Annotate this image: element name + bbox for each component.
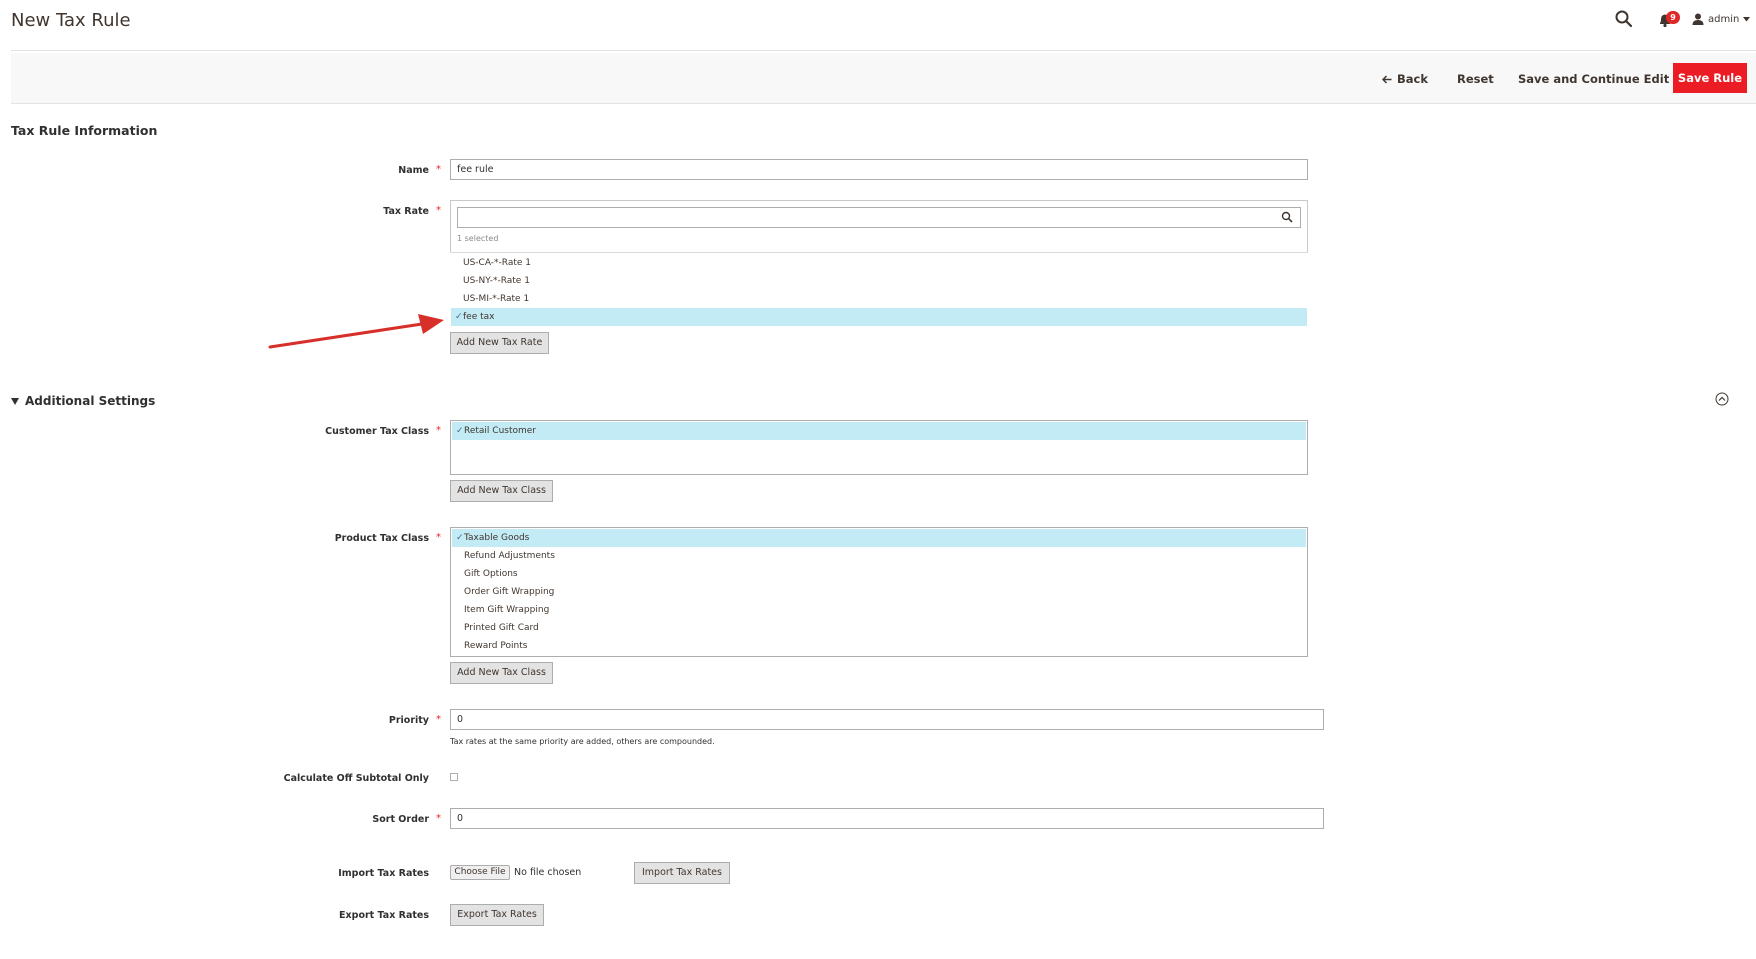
- option-label: fee tax: [463, 312, 495, 322]
- annotation-arrow-icon: [268, 314, 444, 349]
- customer-tax-class-option-selected[interactable]: ✓ Retail Customer: [452, 422, 1306, 440]
- add-new-customer-tax-class-button[interactable]: Add New Tax Class: [450, 480, 553, 502]
- tax-rate-option[interactable]: US-NY-*-Rate 1: [451, 272, 1307, 290]
- required-asterisk: *: [436, 205, 441, 216]
- page-title: New Tax Rule: [11, 10, 131, 31]
- back-label: Back: [1397, 72, 1428, 86]
- import-tax-rates-label: Import Tax Rates: [338, 868, 429, 879]
- page-actions-bar: [11, 53, 1756, 104]
- name-label: Name: [398, 165, 429, 176]
- user-name: admin: [1708, 13, 1740, 25]
- calculate-off-subtotal-label: Calculate Off Subtotal Only: [283, 773, 429, 784]
- tax-rate-label: Tax Rate: [383, 206, 429, 217]
- export-tax-rates-button[interactable]: Export Tax Rates: [450, 904, 544, 926]
- no-file-chosen-text: No file chosen: [514, 867, 582, 878]
- product-tax-class-label: Product Tax Class: [334, 533, 429, 544]
- product-tax-class-option[interactable]: Refund Adjustments: [452, 547, 1306, 565]
- required-asterisk: *: [436, 532, 441, 543]
- notification-count-badge: 9: [1666, 11, 1680, 24]
- option-label: US-NY-*-Rate 1: [463, 276, 530, 286]
- option-label: US-CA-*-Rate 1: [463, 258, 532, 268]
- option-label: Order Gift Wrapping: [464, 587, 555, 597]
- product-tax-class-option[interactable]: Printed Gift Card: [452, 619, 1306, 637]
- option-label: Refund Adjustments: [464, 551, 555, 561]
- reset-button[interactable]: Reset: [1457, 68, 1494, 90]
- additional-settings-title: Additional Settings: [25, 394, 156, 408]
- search-icon[interactable]: [1281, 211, 1293, 223]
- option-label: Reward Points: [464, 641, 528, 651]
- checkmark-icon: ✓: [456, 426, 464, 436]
- add-new-product-tax-class-button[interactable]: Add New Tax Class: [450, 662, 553, 684]
- option-label: Retail Customer: [464, 426, 537, 436]
- arrow-left-icon: [1381, 75, 1392, 84]
- user-menu[interactable]: admin: [1692, 9, 1751, 29]
- checkmark-icon: ✓: [455, 312, 463, 322]
- export-tax-rates-label: Export Tax Rates: [339, 910, 429, 921]
- customer-tax-class-label: Customer Tax Class: [325, 426, 429, 437]
- option-label: Item Gift Wrapping: [464, 605, 550, 615]
- checkmark-icon: ✓: [456, 533, 464, 543]
- priority-note: Tax rates at the same priority are added…: [450, 737, 715, 746]
- customer-tax-class-select[interactable]: ✓ Retail Customer: [450, 420, 1308, 475]
- priority-label: Priority: [388, 715, 429, 726]
- priority-input[interactable]: [450, 709, 1324, 730]
- import-tax-rates-button[interactable]: Import Tax Rates: [634, 862, 730, 884]
- calculate-off-subtotal-checkbox[interactable]: [450, 773, 458, 781]
- selected-count: 1 selected: [457, 234, 499, 243]
- choose-file-button[interactable]: Choose File: [450, 865, 510, 880]
- search-icon[interactable]: [1613, 8, 1635, 30]
- sort-order-label: Sort Order: [372, 814, 429, 825]
- required-asterisk: *: [436, 714, 441, 725]
- sort-order-input[interactable]: [450, 808, 1324, 829]
- tax-rate-option[interactable]: US-MI-*-Rate 1: [451, 290, 1307, 308]
- option-label: US-MI-*-Rate 1: [463, 294, 530, 304]
- option-label: Printed Gift Card: [464, 623, 539, 633]
- required-asterisk: *: [436, 813, 441, 824]
- section-title-tax-rule-information: Tax Rule Information: [11, 123, 158, 138]
- tax-rate-option[interactable]: US-CA-*-Rate 1: [451, 254, 1307, 272]
- product-tax-class-option[interactable]: Order Gift Wrapping: [452, 583, 1306, 601]
- tax-rate-option-selected[interactable]: ✓ fee tax: [451, 308, 1307, 326]
- section-title-additional-settings[interactable]: Additional Settings: [11, 394, 155, 408]
- header-divider: [11, 50, 1756, 51]
- triangle-down-icon: [11, 397, 19, 405]
- name-input[interactable]: [450, 159, 1308, 180]
- option-label: Taxable Goods: [464, 533, 530, 543]
- product-tax-class-option[interactable]: Reward Points: [452, 637, 1306, 655]
- option-label: Gift Options: [464, 569, 518, 579]
- product-tax-class-option-selected[interactable]: ✓ Taxable Goods: [452, 529, 1306, 547]
- product-tax-class-option[interactable]: Item Gift Wrapping: [452, 601, 1306, 619]
- tax-rate-search-input[interactable]: [457, 207, 1301, 228]
- save-and-continue-button[interactable]: Save and Continue Edit: [1518, 68, 1669, 90]
- caret-down-icon: [1743, 16, 1751, 21]
- product-tax-class-option[interactable]: Gift Options: [452, 565, 1306, 583]
- collapse-icon[interactable]: [1715, 392, 1729, 406]
- save-rule-button[interactable]: Save Rule: [1673, 63, 1747, 93]
- user-icon: [1692, 13, 1704, 25]
- required-asterisk: *: [436, 425, 441, 436]
- add-new-tax-rate-button[interactable]: Add New Tax Rate: [450, 332, 549, 354]
- tax-rate-options-list: US-CA-*-Rate 1 US-NY-*-Rate 1 US-MI-*-Ra…: [450, 252, 1308, 327]
- required-asterisk: *: [436, 164, 441, 175]
- product-tax-class-select[interactable]: ✓ Taxable Goods Refund Adjustments Gift O…: [450, 527, 1308, 657]
- back-button[interactable]: Back: [1381, 68, 1428, 90]
